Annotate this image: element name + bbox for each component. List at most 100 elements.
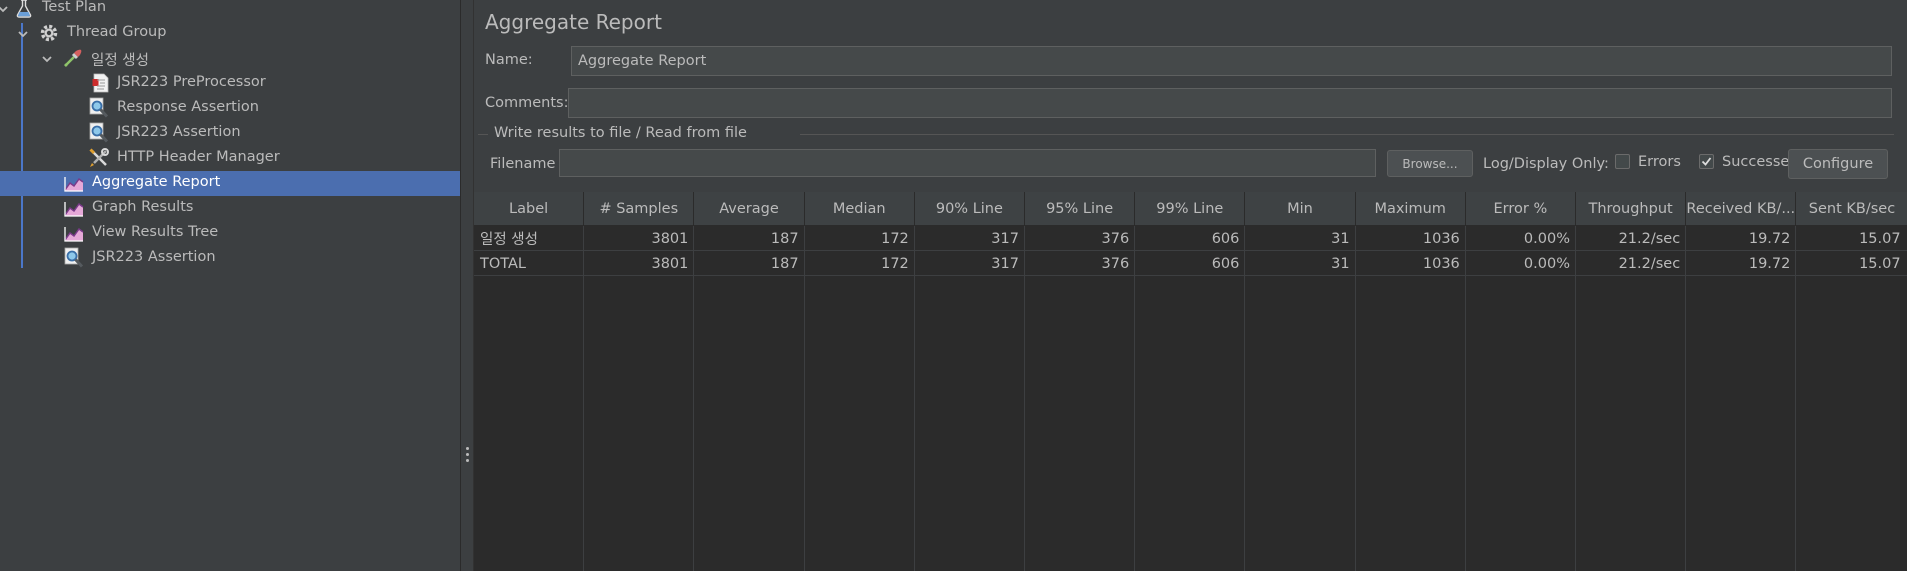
table-cell: 1036 bbox=[1422, 255, 1460, 272]
table-cell: 317 bbox=[991, 230, 1019, 247]
column-header[interactable]: Received KB/... bbox=[1686, 192, 1797, 226]
name-field[interactable]: Aggregate Report bbox=[571, 46, 1892, 76]
tree-item-aggregate-report[interactable]: Aggregate Report bbox=[0, 171, 460, 196]
chevron-down-icon[interactable] bbox=[40, 52, 54, 66]
table-cell: 0.00% bbox=[1523, 230, 1570, 247]
column-header[interactable]: 90% Line bbox=[914, 192, 1025, 226]
column-header[interactable]: Average bbox=[694, 192, 805, 226]
pipette-sampler-icon bbox=[64, 49, 82, 67]
column-divider bbox=[1464, 226, 1466, 571]
gear-icon bbox=[40, 24, 58, 42]
column-header[interactable]: Maximum bbox=[1355, 192, 1466, 226]
tree-item-label: 일정 생성 bbox=[91, 53, 149, 69]
column-header[interactable]: # Samples bbox=[584, 192, 695, 226]
tree-item-jsr223-assertion-2[interactable]: JSR223 Assertion bbox=[0, 246, 460, 271]
chevron-down-icon[interactable] bbox=[16, 27, 30, 41]
column-divider bbox=[1024, 226, 1025, 571]
column-header[interactable]: Median bbox=[804, 192, 915, 226]
errors-checkbox[interactable] bbox=[1615, 154, 1630, 169]
test-plan-tree: Test Plan Thread Group 일정 생성 JSR223 PreP… bbox=[0, 0, 460, 571]
tree-item-label: Aggregate Report bbox=[92, 174, 221, 190]
chevron-down-icon[interactable] bbox=[0, 2, 10, 16]
tree-item-label: JSR223 Assertion bbox=[92, 249, 216, 265]
table-cell: TOTAL bbox=[480, 255, 526, 272]
listener-chart-icon bbox=[64, 177, 84, 192]
aggregate-results-table[interactable]: Label # Samples Average Median 90% Line 95% L… bbox=[474, 192, 1907, 571]
table-cell: 187 bbox=[770, 255, 799, 272]
column-divider bbox=[1354, 226, 1356, 571]
column-header[interactable]: Label bbox=[474, 192, 585, 226]
table-cell: 31 bbox=[1331, 230, 1350, 247]
table-cell: 21.2/sec bbox=[1618, 255, 1681, 272]
tree-item-test-plan[interactable]: Test Plan bbox=[0, 0, 460, 21]
column-header[interactable]: Error % bbox=[1465, 192, 1576, 226]
column-divider bbox=[1795, 226, 1797, 571]
tree-item-thread-group[interactable]: Thread Group bbox=[0, 21, 460, 46]
column-header[interactable]: Throughput bbox=[1576, 192, 1687, 226]
column-divider bbox=[1244, 226, 1246, 571]
table-cell: 0.00% bbox=[1523, 255, 1570, 272]
table-cell: 172 bbox=[881, 230, 909, 247]
listener-chart-icon bbox=[64, 202, 84, 217]
column-divider bbox=[1685, 226, 1687, 571]
magnifier-assertion-icon bbox=[89, 97, 109, 118]
tree-item-label: JSR223 PreProcessor bbox=[117, 74, 266, 90]
errors-label: Errors bbox=[1638, 154, 1681, 170]
grip-dot bbox=[466, 459, 469, 462]
comments-field[interactable] bbox=[568, 88, 1892, 118]
browse-button[interactable]: Browse... bbox=[1387, 150, 1473, 177]
tree-item-sampler[interactable]: 일정 생성 bbox=[0, 46, 460, 71]
table-cell: 376 bbox=[1101, 255, 1130, 272]
tree-item-view-results-tree[interactable]: View Results Tree bbox=[0, 221, 460, 246]
tree-item-label: Test Plan bbox=[42, 0, 107, 15]
table-cell: 1036 bbox=[1422, 230, 1460, 247]
table-cell: 3801 bbox=[651, 230, 689, 247]
checkmark-icon bbox=[1701, 157, 1712, 166]
tree-item-label: Graph Results bbox=[92, 199, 194, 215]
tree-item-label: JSR223 Assertion bbox=[117, 124, 241, 140]
tree-item-label: Response Assertion bbox=[117, 99, 259, 115]
table-cell: 3801 bbox=[651, 255, 689, 272]
column-divider bbox=[1575, 226, 1576, 571]
tree-item-label: Thread Group bbox=[67, 24, 167, 40]
table-cell: 일정 생성 bbox=[480, 232, 538, 248]
column-divider bbox=[583, 226, 585, 571]
table-cell: 172 bbox=[881, 255, 909, 272]
flask-icon bbox=[16, 0, 32, 18]
section-border bbox=[478, 134, 488, 135]
tree-item-response-assertion[interactable]: Response Assertion bbox=[0, 96, 460, 121]
table-cell: 15.07 bbox=[1859, 255, 1901, 272]
file-section-title: Write results to file / Read from file bbox=[494, 125, 747, 141]
table-cell: 15.07 bbox=[1859, 230, 1901, 247]
grip-dot bbox=[466, 447, 469, 450]
tree-item-label: View Results Tree bbox=[92, 224, 219, 240]
table-cell: 187 bbox=[770, 230, 799, 247]
table-cell: 317 bbox=[991, 255, 1019, 272]
table-cell: 31 bbox=[1331, 255, 1350, 272]
filename-label: Filename bbox=[490, 156, 556, 172]
configure-button[interactable]: Configure bbox=[1788, 149, 1888, 179]
tree-item-graph-results[interactable]: Graph Results bbox=[0, 196, 460, 221]
grip-dot bbox=[466, 453, 469, 456]
filename-input[interactable] bbox=[559, 149, 1376, 177]
split-pane-divider[interactable] bbox=[460, 0, 474, 571]
script-document-icon bbox=[92, 73, 109, 93]
magnifier-assertion-icon bbox=[64, 247, 84, 268]
magnifier-assertion-icon bbox=[89, 122, 109, 143]
column-header[interactable]: Min bbox=[1245, 192, 1356, 226]
successes-checkbox[interactable] bbox=[1699, 154, 1714, 169]
table-cell: 606 bbox=[1211, 230, 1240, 247]
table-cell: 606 bbox=[1211, 255, 1240, 272]
tree-item-jsr223-preprocessor[interactable]: JSR223 PreProcessor bbox=[0, 71, 460, 96]
column-divider bbox=[693, 226, 695, 571]
column-header[interactable]: Sent KB/sec bbox=[1796, 192, 1907, 226]
table-cell: 19.72 bbox=[1748, 230, 1791, 247]
tree-item-jsr223-assertion[interactable]: JSR223 Assertion bbox=[0, 121, 460, 146]
successes-label: Successes bbox=[1722, 154, 1797, 170]
tree-item-http-header-manager[interactable]: HTTP Header Manager bbox=[0, 146, 460, 171]
column-divider bbox=[1134, 226, 1136, 571]
column-divider bbox=[913, 226, 915, 571]
column-header[interactable]: 99% Line bbox=[1135, 192, 1246, 226]
table-cell: 19.72 bbox=[1748, 255, 1791, 272]
column-header[interactable]: 95% Line bbox=[1025, 192, 1136, 226]
